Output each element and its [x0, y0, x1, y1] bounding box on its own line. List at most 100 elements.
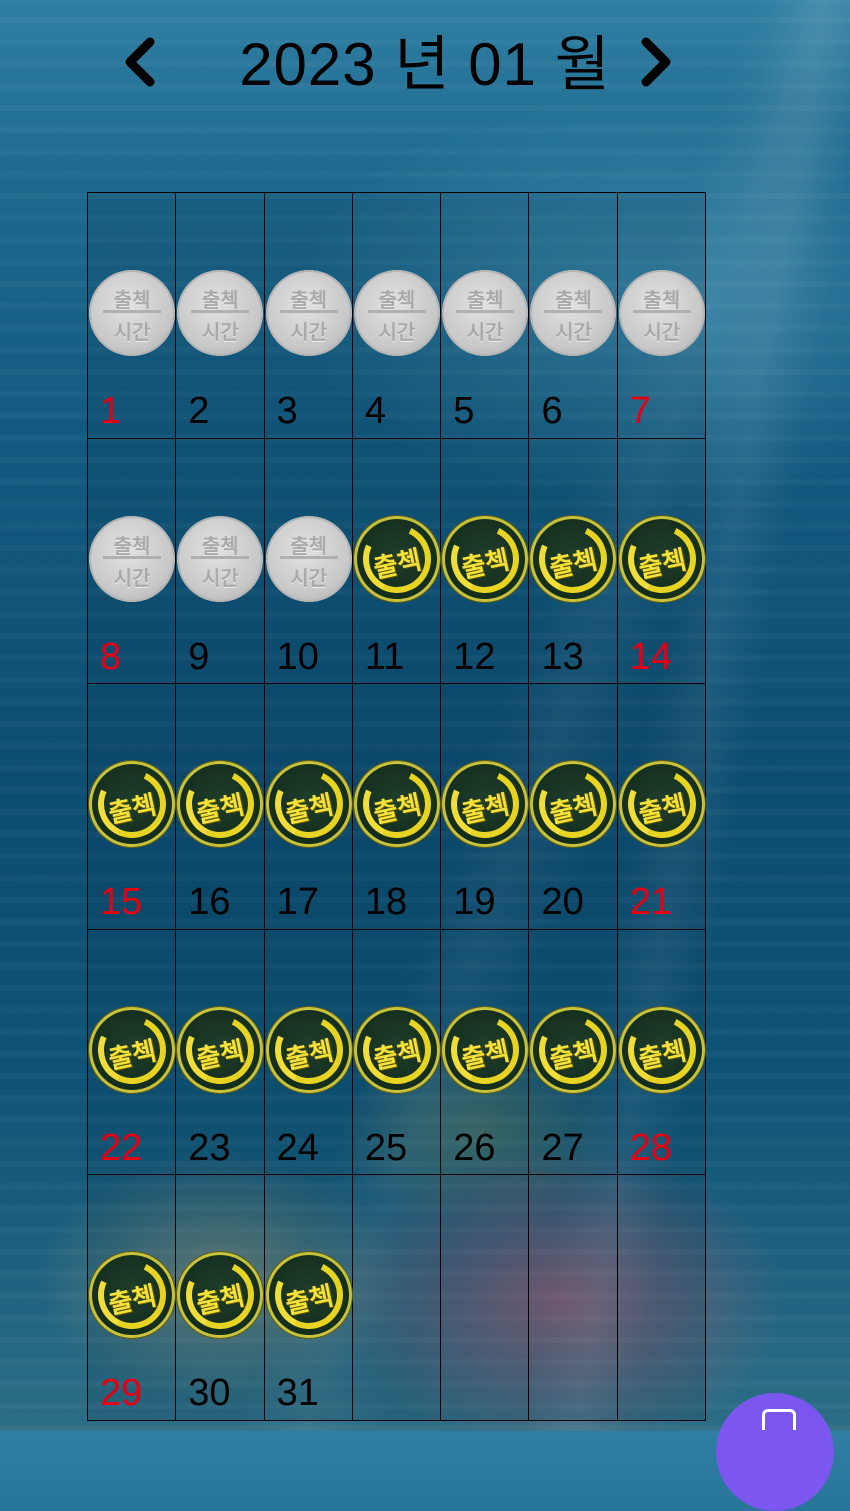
day-cell[interactable]: 출첵 17 [264, 684, 353, 930]
day-cell[interactable]: 출첵 시간 10 [264, 438, 353, 685]
day-cell[interactable]: 출첵 15 [88, 684, 177, 930]
day-cell[interactable]: 출첵 31 [264, 1175, 353, 1421]
attendance-time-stamp-icon: 출첵시간 [618, 270, 705, 356]
day-cell[interactable]: 출첵 시간 7 [617, 193, 707, 439]
day-number: 13 [541, 635, 584, 678]
stamp-text: 시간 [378, 322, 416, 344]
day-cell[interactable]: 출첵 27 [529, 929, 618, 1176]
stamp-divider [544, 310, 603, 313]
stamp-text: 출첵 [113, 535, 151, 558]
day-number: 22 [100, 1126, 143, 1169]
day-cell[interactable]: 출첵 29 [88, 1175, 177, 1421]
day-cell[interactable]: 출첵 22 [88, 929, 177, 1176]
stamp-text: 출첵 [643, 290, 681, 312]
day-number: 31 [276, 1372, 319, 1415]
stamp-text: 시간 [290, 322, 327, 344]
day-number: 15 [100, 881, 143, 924]
day-cell[interactable]: 출첵 시간 3 [264, 193, 353, 439]
next-month-button[interactable] [632, 32, 682, 92]
attendance-time-stamp-icon: 출첵시간 [89, 515, 175, 602]
day-cell[interactable]: 출첵시간 8 [88, 438, 177, 685]
day-cell[interactable]: 출첵 12 [441, 438, 530, 685]
day-cell[interactable]: 출첵 11 [352, 438, 442, 685]
day-cell[interactable]: 출첵 23 [176, 929, 265, 1176]
day-number: 14 [629, 635, 673, 678]
attendance-check-stamp-icon: 출첵 [265, 760, 353, 848]
stamp-text: 시간 [290, 567, 327, 590]
chat-fab-button[interactable] [716, 1393, 834, 1511]
stamp-text: 출첵 [370, 1035, 424, 1075]
day-number: 4 [364, 390, 387, 432]
day-cell[interactable]: 출첵 19 [441, 684, 530, 930]
stamp-text: 시간 [555, 322, 592, 344]
stamp-divider [103, 555, 161, 559]
stamp-divider [191, 310, 250, 313]
stamp-divider [191, 555, 250, 559]
stamp-text: 시간 [466, 322, 504, 344]
day-cell[interactable]: 출첵 14 [617, 438, 707, 685]
day-cell[interactable]: 출첵 시간 4 [352, 193, 442, 439]
stamp-text: 시간 [113, 322, 151, 344]
stamp-text: 출첵 [635, 1035, 689, 1075]
day-cell[interactable]: 출첵 18 [352, 684, 442, 930]
month-title: 2023 년 01 월 [239, 31, 611, 98]
day-cell[interactable]: 출첵 26 [441, 929, 530, 1176]
attendance-check-stamp-icon: 출첵 [265, 1251, 353, 1339]
stamp-text: 시간 [113, 567, 151, 590]
day-number: 27 [541, 1126, 584, 1169]
attendance-check-stamp-icon: 출첵 [88, 1251, 176, 1339]
stamp-text: 출첵 [555, 290, 592, 312]
empty-day-cell [441, 1175, 530, 1421]
day-cell[interactable]: 출첵 21 [617, 684, 707, 930]
stamp-divider [367, 310, 426, 313]
day-number: 30 [188, 1372, 231, 1415]
stamp-divider [632, 310, 691, 313]
chevron-right-icon [641, 37, 671, 87]
day-number: 8 [100, 635, 122, 678]
day-cell[interactable]: 출첵시간 5 [441, 193, 530, 439]
attendance-time-stamp-icon: 출첵시간 [442, 270, 529, 356]
stamp-text: 출첵 [635, 543, 689, 584]
day-cell[interactable]: 출첵 시간 2 [176, 193, 265, 439]
stamp-text: 시간 [201, 322, 239, 344]
attendance-check-stamp-icon: 출첵 [618, 515, 706, 603]
stamp-text: 시간 [643, 322, 681, 344]
day-cell[interactable]: 출첵 시간 1 [88, 193, 177, 439]
attendance-check-stamp-icon: 출첵 [265, 1006, 353, 1094]
day-number: 18 [364, 881, 408, 924]
day-number: 24 [276, 1126, 319, 1169]
day-cell[interactable]: 출첵 28 [617, 929, 707, 1176]
day-number: 5 [453, 390, 475, 432]
stamp-divider [456, 310, 515, 313]
attendance-check-stamp-icon: 출첵 [529, 515, 618, 603]
attendance-time-stamp-icon: 출첵 시간 [177, 515, 264, 602]
empty-day-cell [617, 1175, 707, 1421]
stamp-divider [279, 310, 338, 313]
day-number: 23 [188, 1126, 231, 1169]
attendance-time-stamp-icon: 출첵 시간 [177, 270, 264, 356]
day-cell[interactable]: 출첵 시간 9 [176, 438, 265, 685]
day-number: 9 [188, 635, 210, 678]
day-number: 3 [276, 390, 298, 432]
empty-day-cell [529, 1175, 618, 1421]
day-cell[interactable]: 출첵 30 [176, 1175, 265, 1421]
stamp-text: 출첵 [466, 290, 504, 312]
day-cell[interactable]: 출첵 16 [176, 684, 265, 930]
attendance-time-stamp-icon: 출첵 시간 [353, 270, 440, 356]
day-number: 2 [188, 390, 210, 432]
chat-icon [762, 1409, 796, 1430]
attendance-time-stamp-icon: 출첵시간 [530, 270, 617, 356]
day-cell[interactable]: 출첵 13 [529, 438, 618, 685]
day-number: 28 [629, 1126, 673, 1169]
day-number: 21 [629, 881, 673, 924]
day-cell[interactable]: 출첵 20 [529, 684, 618, 930]
day-cell[interactable]: 출첵 24 [264, 929, 353, 1176]
day-cell[interactable]: 출첵 시간 6 [529, 193, 618, 439]
attendance-check-stamp-icon: 출첵 [176, 1251, 264, 1339]
attendance-check-stamp-icon: 출첵 [88, 1006, 176, 1094]
day-cell[interactable]: 출첵 25 [352, 929, 442, 1176]
stamp-text: 출첵 [105, 1035, 159, 1075]
stamp-text: 시간 [201, 567, 239, 590]
stamp-text: 출첵 [282, 1035, 336, 1075]
day-number: 29 [100, 1372, 143, 1415]
